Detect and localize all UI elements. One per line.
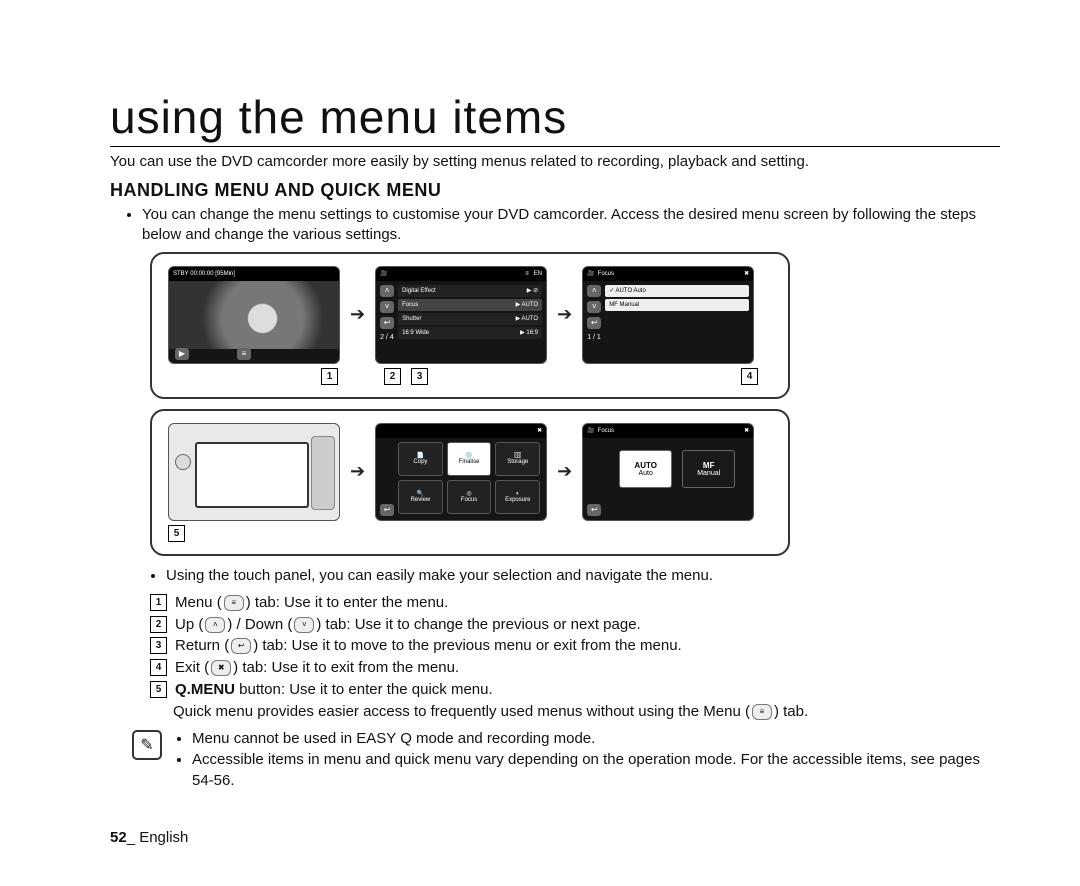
callout-3: 3: [411, 368, 428, 385]
section-title: HANDLING MENU AND QUICK MENU: [110, 180, 1000, 201]
note-block: ✎ Menu cannot be used in EASY Q mode and…: [132, 728, 1000, 791]
exit-icon: ✖: [744, 427, 749, 434]
legend-item-4: 4 Exit (✖) tab: Use it to exit from the …: [150, 657, 1000, 679]
legend-quickmenu-note: Quick menu provides easier access to fre…: [150, 701, 1000, 723]
submenu-item: MF Manual: [605, 299, 749, 311]
return-icon: ↩: [587, 504, 601, 516]
camera-icon: 🎥: [587, 270, 594, 277]
qmenu-option: 🔍Review: [398, 480, 443, 514]
manual-page: using the menu items You can use the DVD…: [0, 0, 1080, 886]
note-1: Menu cannot be used in EASY Q mode and r…: [192, 728, 1000, 749]
qmenu-option-selected: 💿Finalise: [447, 442, 492, 476]
menu-icon: ≡: [752, 704, 772, 720]
exit-icon: ✖: [744, 270, 749, 277]
return-icon: ↩: [587, 317, 601, 329]
return-icon: ↩: [380, 317, 394, 329]
menu-item-selected: Focus▶ AUTO: [398, 299, 542, 311]
callout-5: 5: [168, 525, 185, 542]
overview-bullet: You can change the menu settings to cust…: [142, 205, 1000, 246]
lcd-submenu: 🎥Focus✖ ˄ ˅ ↩ 1 / 1 ✓ AUTO Auto MF Manua…: [582, 266, 754, 364]
qmenu-button-illustration: [175, 454, 191, 470]
qmenu-option: ◐Exposure: [495, 480, 540, 514]
callout-1: 1: [321, 368, 338, 385]
note-2: Accessible items in menu and quick menu …: [192, 749, 1000, 791]
menu-item: Digital Effect▶ ⊘: [398, 285, 542, 297]
chapter-intro: You can use the DVD camcorder more easil…: [110, 153, 1000, 170]
diagram-menu-flow: STBY 00:00:00 [95Min] ▶ ≡ ➔ 🎥≡ EN ˄ ˅ ↩ …: [150, 252, 790, 399]
page-indicator: 1 / 1: [587, 334, 601, 341]
arrow-icon: ➔: [555, 304, 574, 325]
lcd-quickmenu: ✖ ↩ 📄Copy 💿Finalise 🗄Storage 🔍Review ◎Fo…: [375, 423, 547, 521]
legend-item-5: 5 Q.MENU button: Use it to enter the qui…: [150, 679, 1000, 701]
up-icon: ˄: [380, 285, 394, 297]
touch-intro-list: Using the touch panel, you can easily ma…: [110, 566, 1000, 586]
page-language: English: [139, 829, 188, 846]
submenu-item-selected: ✓ AUTO Auto: [605, 285, 749, 297]
diagram-quickmenu-flow: ➔ ✖ ↩ 📄Copy 💿Finalise 🗄Storage 🔍Review ◎…: [150, 409, 790, 556]
arrow-icon: ➔: [348, 461, 367, 482]
focus-option-manual: MFManual: [682, 450, 735, 488]
qmenu-option: ◎Focus: [447, 480, 492, 514]
legend-item-2: 2 Up (˄) / Down (˅) tab: Use it to chang…: [150, 614, 1000, 636]
page-number: 52: [110, 829, 127, 846]
up-icon: ˄: [205, 617, 225, 633]
focus-option-auto: AUTOAuto: [619, 450, 672, 488]
legend-list: 1 Menu (≡) tab: Use it to enter the menu…: [150, 592, 1000, 723]
page-indicator: 2 / 4: [380, 334, 394, 341]
lcd-liveview: STBY 00:00:00 [95Min] ▶ ≡: [168, 266, 340, 364]
menu-icon: ≡: [224, 595, 244, 611]
chapter-title: using the menu items: [110, 90, 1000, 147]
overview-list: You can change the menu settings to cust…: [110, 205, 1000, 246]
note-icon: ✎: [132, 730, 162, 760]
callout-4: 4: [741, 368, 758, 385]
exit-icon: ✖: [211, 660, 231, 676]
qmenu-option: 📄Copy: [398, 442, 443, 476]
down-icon: ˅: [294, 617, 314, 633]
arrow-icon: ➔: [348, 304, 367, 325]
menu-item: 16:9 Wide▶ 16:9: [398, 327, 542, 339]
page-footer: 52_ English: [110, 829, 188, 846]
down-icon: ˅: [380, 301, 394, 313]
status-bar: STBY 00:00:00 [95Min]: [169, 267, 339, 281]
play-icon: ▶: [175, 348, 189, 360]
qmenu-option: 🗄Storage: [495, 442, 540, 476]
legend-item-1: 1 Menu (≡) tab: Use it to enter the menu…: [150, 592, 1000, 614]
menu-icon: ≡: [237, 348, 251, 360]
return-icon: ↩: [380, 504, 394, 516]
arrow-icon: ➔: [555, 461, 574, 482]
lcd-menu: 🎥≡ EN ˄ ˅ ↩ 2 / 4 Digital Effect▶ ⊘ Focu…: [375, 266, 547, 364]
legend-item-3: 3 Return (↩) tab: Use it to move to the …: [150, 635, 1000, 657]
liveview-image: [169, 281, 339, 349]
camera-icon: 🎥: [380, 270, 387, 277]
return-icon: ↩: [231, 638, 251, 654]
lcd-quickmenu-focus: 🎥Focus✖ ↩ AUTOAuto MFManual: [582, 423, 754, 521]
exit-icon: ✖: [537, 427, 542, 434]
down-icon: ˅: [587, 301, 601, 313]
status-text: STBY 00:00:00 [95Min]: [173, 271, 235, 277]
up-icon: ˄: [587, 285, 601, 297]
callout-2: 2: [384, 368, 401, 385]
menu-item: Shutter▶ AUTO: [398, 313, 542, 325]
camcorder-illustration: [168, 423, 340, 521]
camera-icon: 🎥: [587, 427, 594, 434]
touch-intro: Using the touch panel, you can easily ma…: [166, 566, 1000, 586]
